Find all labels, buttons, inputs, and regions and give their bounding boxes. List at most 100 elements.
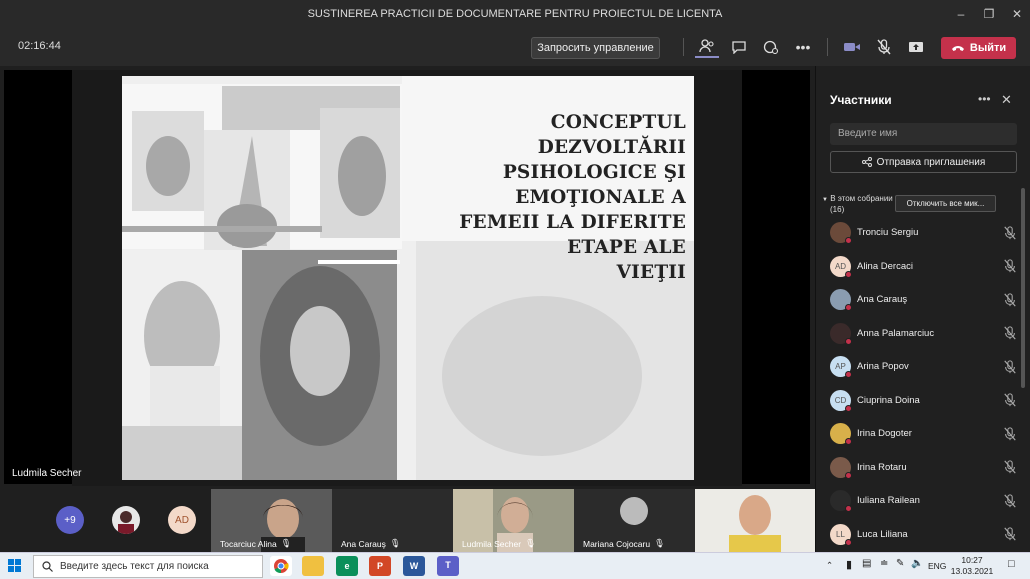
window-title: SUSTINEREA PRACTICII DE DOCUMENTARE PENT… [307,8,723,20]
mic-off-icon: 🎙 [389,538,401,548]
participant-name: Irina Rotaru [857,461,907,473]
network-icon[interactable]: ▤ [862,558,871,569]
microphone-muted-icon[interactable] [1003,460,1017,474]
microphone-muted-icon[interactable] [1003,494,1017,508]
microphone-muted-icon[interactable] [1003,326,1017,340]
word-icon[interactable]: W [403,556,425,576]
status-dot [845,404,852,412]
participant-row[interactable]: CD Ciuprina Doina [830,384,1025,418]
taskbar-search-input[interactable]: Введите здесь текст для поиска [33,555,263,578]
close-window-icon[interactable]: ✕ [1000,0,1030,28]
participant-row[interactable]: Irina Dogoter [830,417,1025,451]
slide-title-line: EMOŢIONALE A [515,187,686,208]
microphone-muted-icon[interactable] [1003,259,1017,273]
participant-row[interactable]: AD Alina Dercaci [830,250,1025,284]
more-options-icon[interactable]: ••• [791,36,815,58]
battery-icon[interactable]: ▮ [846,558,852,571]
participant-list: Tronciu Sergiu AD Alina Dercaci Ana Carauş A… [830,216,1025,551]
status-dot [845,337,852,345]
tray-chevron-icon[interactable]: ⌃ [826,560,833,571]
participant-name: Iuliana Railean [857,495,920,507]
meeting-toolbar: 02:16:44 Запросить управление ••• Выйти [0,28,1030,66]
video-tile[interactable] [695,489,815,552]
file-explorer-icon[interactable] [302,556,324,576]
section-header[interactable]: ▼ В этом собрании (16) [822,194,893,215]
chrome-icon[interactable] [270,556,292,576]
microphone-muted-icon[interactable] [1003,393,1017,407]
chevron-down-icon: ▼ [822,197,828,203]
video-tile[interactable]: Tocarciuc Alina 🎙 [211,489,332,552]
participant-row[interactable]: Tronciu Sergiu [830,216,1025,250]
powerpoint-icon[interactable]: P [369,556,391,576]
avatar-initials: LL [836,529,845,539]
avatar [830,322,852,345]
edge-icon[interactable]: e [336,556,358,576]
microphone-muted-icon[interactable] [1003,226,1017,240]
tile-name: Ana Carauş [341,538,386,549]
request-control-button[interactable]: Запросить управление [531,37,660,59]
teams-icon[interactable]: T [437,556,459,576]
wifi-icon[interactable]: ≐ [880,558,888,569]
microphone-muted-icon[interactable] [1003,527,1017,541]
language-indicator[interactable]: ENG [928,561,946,571]
tile-name: Tocarciuc Alina [220,538,277,549]
participant-row[interactable]: Irina Rotaru [830,451,1025,485]
microphone-muted-icon[interactable] [872,36,896,58]
panel-more-icon[interactable]: ••• [978,92,991,106]
status-dot [845,505,852,513]
status-dot [845,471,852,479]
microphone-muted-icon[interactable] [1003,360,1017,374]
participant-row[interactable]: AP Arina Popov [830,350,1025,384]
video-tile[interactable]: Ludmila Secher 🎙 [453,489,574,552]
notifications-icon[interactable]: □ [1008,558,1015,570]
chat-icon[interactable] [727,36,751,58]
avatar [830,423,852,446]
avatar [830,456,852,479]
send-invite-button[interactable]: Отправка приглашения [830,151,1017,173]
volume-icon[interactable]: 🔈 [911,558,923,569]
avatar-initials: AD [834,261,847,271]
toolbar-divider [827,38,828,56]
status-dot [845,438,852,446]
participant-row[interactable]: Anna Palamarciuc [830,317,1025,351]
status-dot [845,538,852,546]
participant-search-input[interactable]: Введите имя [830,123,1017,145]
search-icon [42,559,53,577]
avatar [830,490,852,513]
panel-close-icon[interactable]: ✕ [1001,92,1012,108]
microphone-muted-icon[interactable] [1003,427,1017,441]
participant-name: Anna Palamarciuc [857,327,935,339]
tile-label: Mariana Cojocaru 🎙 [583,538,665,549]
microphone-muted-icon[interactable] [1003,293,1017,307]
avatar [620,497,648,525]
hang-up-icon [951,46,964,51]
shared-slide: CONCEPTUL DEZVOLTĂRII PSIHOLOGICE ŞI EMO… [122,76,694,480]
video-tile[interactable]: Ana Carauş 🎙 [332,489,453,552]
video-tile[interactable]: Mariana Cojocaru 🎙 [574,489,695,552]
overflow-count-chip[interactable]: +9 [56,506,84,534]
tile-label: Ana Carauş 🎙 [341,538,401,549]
mic-off-icon: 🎙 [280,538,292,548]
participants-icon[interactable] [695,36,719,58]
participant-row[interactable]: Iuliana Railean [830,484,1025,518]
camera-icon[interactable] [840,36,864,58]
avatar-initials-chip[interactable]: AD [168,506,196,534]
participant-row[interactable]: LL Luca Liliana [830,518,1025,552]
participant-row[interactable]: Ana Carauş [830,283,1025,317]
reactions-icon[interactable] [759,36,783,58]
status-dot [845,237,852,245]
mic-off-icon: 🎙 [654,538,665,548]
participant-name: Irina Dogoter [857,428,912,440]
video-gallery: +9 AD Tocarciuc Alina 🎙 Ana Carauş 🎙 Ludmi… [0,486,815,552]
edit-icon[interactable]: ✎ [896,558,904,569]
leave-button[interactable]: Выйти [941,37,1016,59]
avatar[interactable] [112,506,140,534]
participants-panel: Участники ••• ✕ Введите имя Отправка при… [815,66,1030,552]
section-count: (16) [830,205,845,214]
windows-start-icon[interactable] [8,559,22,578]
share-screen-icon[interactable] [904,36,928,58]
mute-all-button[interactable]: Отключить все мик... [895,195,996,212]
participant-name: Alina Dercaci [857,260,913,272]
avatar: LL [830,523,852,546]
taskbar-clock[interactable]: 10:27 13.03.2021 [950,555,994,577]
